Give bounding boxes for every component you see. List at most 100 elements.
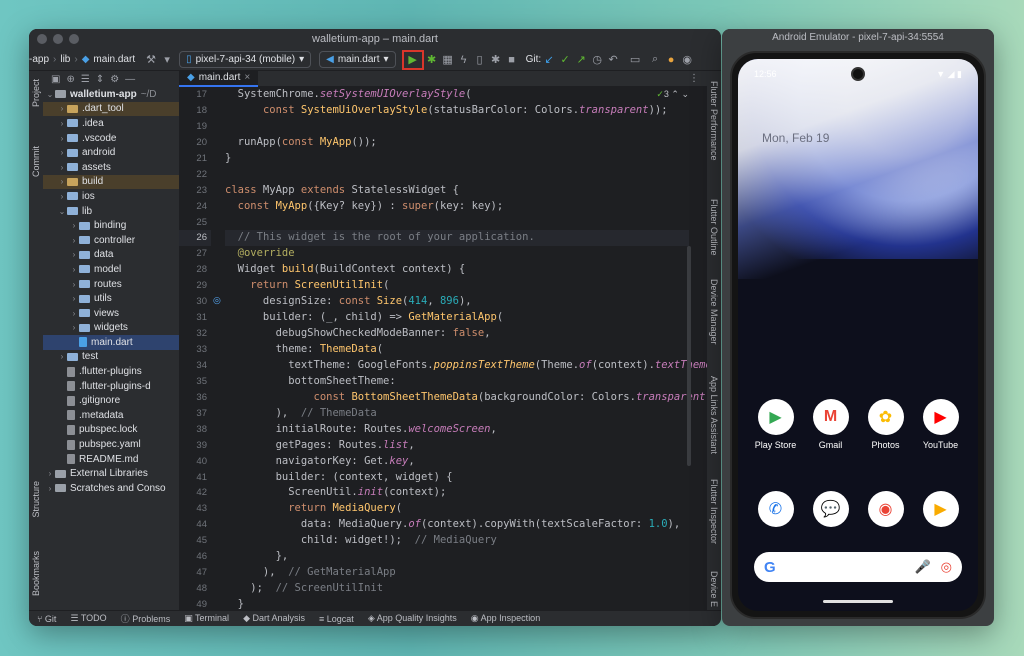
code-line[interactable]: @override <box>225 246 689 262</box>
chevron-icon[interactable]: › <box>57 352 67 361</box>
tree-item[interactable]: .metadata <box>43 408 179 423</box>
structure-tool-tab[interactable]: Structure <box>31 481 41 518</box>
tree-item[interactable]: › widgets <box>43 321 179 336</box>
hot-reload-icon[interactable]: ϟ <box>456 52 472 68</box>
code-line[interactable] <box>225 119 689 135</box>
code-area[interactable]: SystemChrome.setSystemUIOverlayStyle( co… <box>225 87 721 610</box>
code-line[interactable]: }, <box>225 549 689 565</box>
bookmarks-tool-tab[interactable]: Bookmarks <box>31 551 41 596</box>
device-icon[interactable]: ▯ <box>472 52 488 68</box>
run-config-selector[interactable]: ◀ main.dart ▾ <box>319 51 396 68</box>
editor-scrollbar[interactable] <box>687 246 691 466</box>
chevron-icon[interactable]: › <box>57 104 67 113</box>
tree-item[interactable]: › .idea <box>43 116 179 131</box>
code-line[interactable]: designSize: const Size(414, 896), <box>225 294 689 310</box>
inspection-widget[interactable]: ✓3 ⌃ ⌄ <box>656 89 689 100</box>
profile-icon[interactable]: ▦ <box>440 52 456 68</box>
layout-icon[interactable]: ▣ <box>51 74 60 85</box>
code-line[interactable]: ScreenUtil.init(context); <box>225 485 689 501</box>
tree-item[interactable]: › android <box>43 145 179 160</box>
tree-item[interactable]: › model <box>43 262 179 277</box>
git-tab[interactable]: ⑂ Git <box>37 614 56 624</box>
tree-item[interactable]: .flutter-plugins-d <box>43 379 179 394</box>
close-window-button[interactable] <box>37 34 47 44</box>
debug-icon[interactable]: ✱ <box>424 52 440 68</box>
chevron-icon[interactable]: › <box>57 134 67 143</box>
minimize-window-button[interactable] <box>53 34 63 44</box>
run-button[interactable]: ▶ <box>401 49 424 70</box>
chevron-icon[interactable]: › <box>57 163 67 172</box>
tree-item[interactable]: › test <box>43 350 179 365</box>
history-icon[interactable]: ◷ <box>589 52 605 68</box>
flutter-performance-tab[interactable]: Flutter Performance <box>709 81 719 161</box>
chevron-down-icon[interactable]: ⌄ <box>681 89 689 99</box>
code-line[interactable]: data: MediaQuery.of(context).copyWith(te… <box>225 517 689 533</box>
problems-tab[interactable]: ⓘ Problems <box>121 612 171 625</box>
app-inspection-tab[interactable]: ◉ App Inspection <box>471 613 540 624</box>
code-line[interactable]: theme: ThemeData( <box>225 342 689 358</box>
dock-app[interactable]: ▶ <box>915 491 967 532</box>
dropdown-arrow-icon[interactable]: ▾ <box>159 52 175 68</box>
code-line[interactable]: initialRoute: Routes.welcomeScreen, <box>225 422 689 438</box>
zoom-window-button[interactable] <box>69 34 79 44</box>
collapse-icon[interactable]: ☰ <box>81 74 90 85</box>
hammer-icon[interactable]: ⚒ <box>143 52 159 68</box>
attach-debugger-icon[interactable]: ✱ <box>488 52 504 68</box>
todo-tab[interactable]: ☰ TODO <box>70 613 106 624</box>
chevron-icon[interactable]: › <box>57 148 67 157</box>
tree-item[interactable]: ⌄ lib <box>43 204 179 219</box>
breadcrumb-file[interactable]: main.dart <box>93 54 135 65</box>
app-photos[interactable]: ✿ Photos <box>860 399 912 450</box>
tree-item[interactable]: .flutter-plugins <box>43 364 179 379</box>
tree-item[interactable]: › views <box>43 306 179 321</box>
tree-item[interactable]: main.dart <box>43 335 179 350</box>
tree-item[interactable]: › controller <box>43 233 179 248</box>
target-icon[interactable]: ⊕ <box>66 74 74 85</box>
chevron-icon[interactable]: › <box>69 294 79 303</box>
breadcrumb-lib[interactable]: lib <box>60 54 70 65</box>
override-gutter-icon[interactable]: ◎ <box>213 295 221 306</box>
tree-item[interactable]: › binding <box>43 218 179 233</box>
google-search-bar[interactable]: G 🎤 ◎ <box>754 552 962 582</box>
code-line[interactable]: const SystemUiOverlayStyle(statusBarColo… <box>225 103 689 119</box>
chevron-icon[interactable]: › <box>57 192 67 201</box>
chevron-icon[interactable]: › <box>69 236 79 245</box>
app-links-assistant-tab[interactable]: App Links Assistant <box>709 376 719 454</box>
code-line[interactable]: builder: (context, widget) { <box>225 470 689 486</box>
app-play-store[interactable]: ▶ Play Store <box>750 399 802 450</box>
code-line[interactable]: child: widget!); // MediaQuery <box>225 533 689 549</box>
tree-item[interactable]: › ios <box>43 189 179 204</box>
code-line[interactable]: bottomSheetTheme: <box>225 374 689 390</box>
microphone-icon[interactable]: 🎤 <box>914 559 930 575</box>
lens-icon[interactable]: ◎ <box>941 559 952 575</box>
device-manager-tab[interactable]: Device Manager <box>709 279 719 345</box>
logcat-tab[interactable]: ≡ Logcat <box>319 614 354 624</box>
chevron-icon[interactable]: › <box>69 250 79 259</box>
tree-item[interactable]: › assets <box>43 160 179 175</box>
terminal-tab[interactable]: ▣ Terminal <box>184 613 229 624</box>
tree-item[interactable]: › build <box>43 174 179 190</box>
window-controls[interactable] <box>37 34 79 44</box>
code-line[interactable]: return MediaQuery( <box>225 501 689 517</box>
code-line[interactable]: SystemChrome.setSystemUIOverlayStyle( <box>225 87 689 103</box>
stop-icon[interactable]: ■ <box>504 52 520 68</box>
app-youtube[interactable]: ▶ YouTube <box>915 399 967 450</box>
rollback-icon[interactable]: ↶ <box>605 52 621 68</box>
tree-item[interactable]: pubspec.yaml <box>43 437 179 452</box>
chevron-icon[interactable]: › <box>69 280 79 289</box>
chevron-icon[interactable]: › <box>45 484 55 493</box>
code-line[interactable]: textTheme: GoogleFonts.poppinsTextTheme(… <box>225 358 721 374</box>
tree-item[interactable]: › External Libraries <box>43 466 179 481</box>
tree-item[interactable]: › Scratches and Conso <box>43 481 179 496</box>
tree-item[interactable]: README.md <box>43 452 179 467</box>
git-update-icon[interactable]: ↙ <box>541 52 557 68</box>
home-gesture-bar[interactable] <box>823 600 893 603</box>
tree-item[interactable]: › utils <box>43 291 179 306</box>
tree-item[interactable]: › routes <box>43 277 179 292</box>
code-line[interactable]: ), // ThemeData <box>225 406 689 422</box>
tree-item[interactable]: › .dart_tool <box>43 101 179 117</box>
app-gmail[interactable]: M Gmail <box>805 399 857 450</box>
chevron-icon[interactable]: ⌄ <box>57 207 67 216</box>
code-line[interactable]: const MyApp({Key? key}) : super(key: key… <box>225 199 689 215</box>
chevron-icon[interactable]: › <box>45 469 55 478</box>
